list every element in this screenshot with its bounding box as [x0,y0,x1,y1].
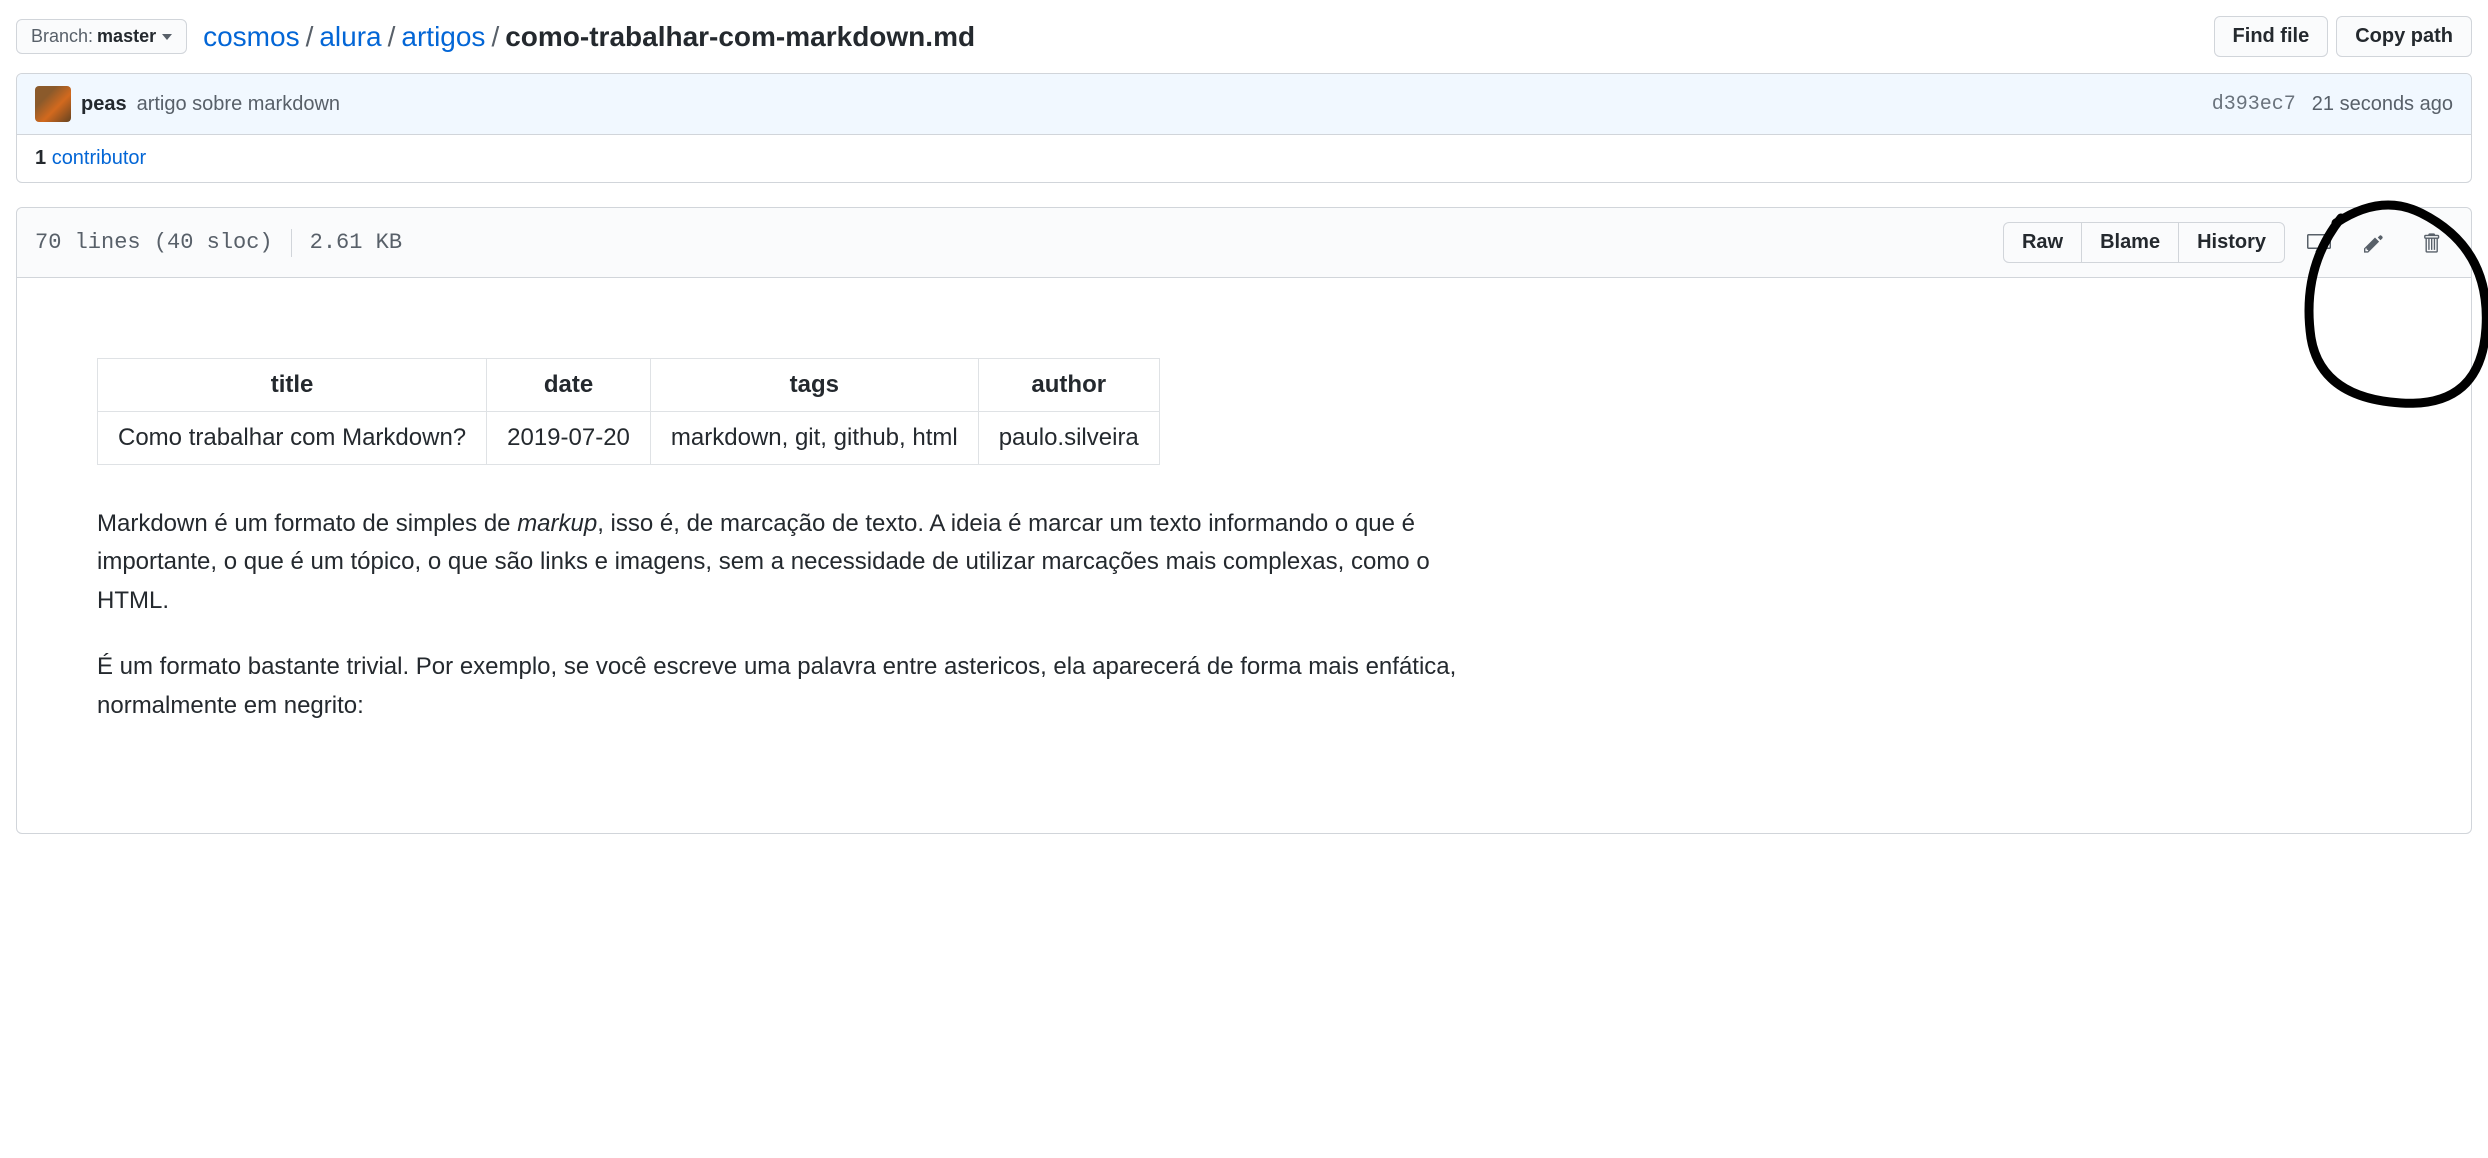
branch-selector[interactable]: Branch: master [16,19,187,54]
commit-author[interactable]: peas [81,93,127,116]
commit-sha[interactable]: d393ec7 [2212,93,2296,116]
file-header: 70 lines (40 sloc) 2.61 KB Raw Blame His… [17,208,2471,278]
breadcrumb-sep: / [491,21,499,53]
table-header-row: title date tags author [98,359,1160,412]
topbar-right: Find file Copy path [2214,16,2472,57]
history-button[interactable]: History [2178,222,2285,263]
th-date: date [487,359,651,412]
th-tags: tags [650,359,978,412]
contributor-count: 1 [35,147,46,169]
breadcrumb-sep: / [306,21,314,53]
td-title: Como trabalhar com Markdown? [98,412,487,465]
th-author: author [978,359,1159,412]
commit-message[interactable]: artigo sobre markdown [137,93,340,116]
breadcrumb-link[interactable]: cosmos [203,21,299,53]
td-tags: markdown, git, github, html [650,412,978,465]
file-topbar: Branch: master cosmos / alura / artigos … [16,16,2472,57]
td-author: paulo.silveira [978,412,1159,465]
th-title: title [98,359,487,412]
breadcrumb-sep: / [388,21,396,53]
file-actions: Raw Blame History [2003,222,2453,263]
file-lines: 70 lines (40 sloc) [35,230,273,255]
trash-icon[interactable] [2409,223,2453,263]
commit-box: peas artigo sobre markdown d393ec7 21 se… [16,73,2472,183]
file-body: title date tags author Como trabalhar co… [17,278,2471,833]
breadcrumb: cosmos / alura / artigos / como-trabalha… [203,21,975,53]
raw-button[interactable]: Raw [2003,222,2082,263]
topbar-left: Branch: master cosmos / alura / artigos … [16,19,975,54]
file-box: 70 lines (40 sloc) 2.61 KB Raw Blame His… [16,207,2472,834]
breadcrumb-link[interactable]: artigos [401,21,485,53]
view-button-group: Raw Blame History [2003,222,2285,263]
branch-name: master [97,26,156,47]
commit-header: peas artigo sobre markdown d393ec7 21 se… [17,74,2471,134]
commit-right: d393ec7 21 seconds ago [2212,93,2453,116]
copy-path-button[interactable]: Copy path [2336,16,2472,57]
commit-time: 21 seconds ago [2312,93,2453,116]
file-stats: 70 lines (40 sloc) 2.61 KB [35,229,402,257]
td-date: 2019-07-20 [487,412,651,465]
text: Markdown é um formato de simples de [97,510,517,537]
stats-divider [291,229,292,257]
branch-label: Branch: [31,26,93,47]
desktop-icon[interactable] [2297,223,2341,263]
paragraph: É um formato bastante trivial. Por exemp… [97,648,1457,725]
emphasis: markup [517,510,597,537]
table-row: Como trabalhar com Markdown? 2019-07-20 … [98,412,1160,465]
pencil-icon[interactable] [2353,223,2397,263]
contributor-link[interactable]: contributor [52,147,147,169]
find-file-button[interactable]: Find file [2214,16,2329,57]
frontmatter-table: title date tags author Como trabalhar co… [97,358,1160,465]
file-size: 2.61 KB [310,230,402,255]
avatar[interactable] [35,86,71,122]
caret-down-icon [162,34,172,40]
breadcrumb-link[interactable]: alura [319,21,381,53]
paragraph: Markdown é um formato de simples de mark… [97,505,1457,620]
breadcrumb-file: como-trabalhar-com-markdown.md [505,21,975,53]
contributors-row: 1 contributor [17,134,2471,182]
blame-button[interactable]: Blame [2081,222,2179,263]
commit-left: peas artigo sobre markdown [35,86,340,122]
